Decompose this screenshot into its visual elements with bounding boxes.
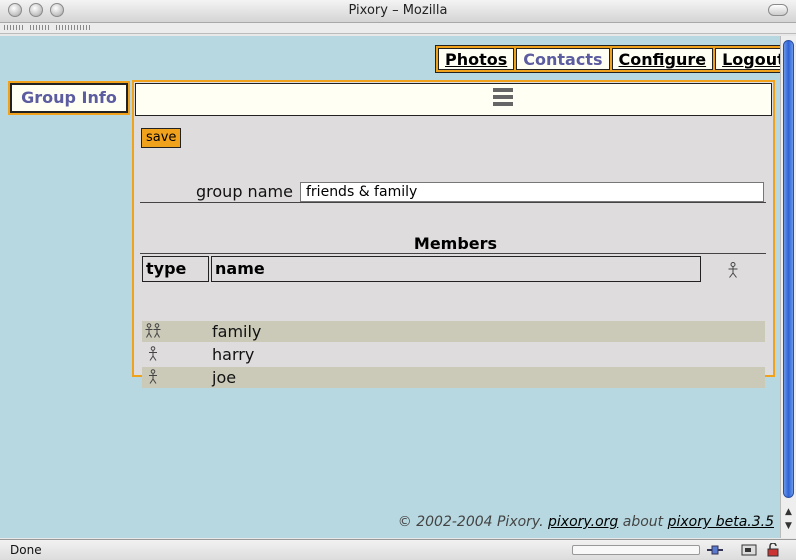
member-name[interactable]: family [212,321,261,342]
group-info-panel: save group name Members type name [132,80,775,388]
nav-configure[interactable]: Configure [611,48,714,70]
divider [140,253,766,254]
member-row[interactable]: family [142,321,765,342]
group-icon [145,323,161,338]
window-titlebar: Pixory – Mozilla [0,0,796,23]
panel-header [135,83,772,116]
main-nav: Photos Contacts Configure Logout [435,45,780,73]
add-member-icon[interactable] [727,262,739,278]
footer: © 2002-2004 Pixory. pixory.org about pix… [398,514,774,530]
component-icon[interactable] [740,543,758,557]
collapsed-toolbar [0,23,796,34]
nav-contacts[interactable]: Contacts [516,48,610,70]
status-text: Done [10,543,42,557]
progress-bar [572,545,700,555]
member-row[interactable]: harry [142,344,765,365]
toolbar-grip[interactable] [56,25,92,30]
group-name-label: group name [196,182,293,201]
scrollbar-thumb[interactable] [783,40,794,498]
save-button[interactable]: save [141,128,182,148]
version-link[interactable]: pixory beta.3.5 [668,514,774,530]
vertical-scrollbar[interactable]: ▲ ▼ [780,36,796,538]
nav-logout[interactable]: Logout [715,48,780,70]
toolbar-toggle-button[interactable] [768,4,788,16]
column-header-type[interactable]: type [142,256,209,282]
toolbar-grip[interactable] [4,25,24,30]
scroll-up-icon[interactable]: ▲ [783,506,794,518]
menu-icon[interactable] [493,88,513,110]
status-bar: Done [0,539,796,560]
member-name[interactable]: joe [212,367,236,388]
member-row[interactable]: joe [142,367,765,388]
page-viewport: Photos Contacts Configure Logout Group I… [0,36,780,538]
window-title: Pixory – Mozilla [348,3,448,18]
copyright-text: © 2002-2004 Pixory. [397,514,544,530]
nav-photos[interactable]: Photos [438,48,515,70]
scroll-down-icon[interactable]: ▼ [783,520,794,532]
members-title: Members [413,234,498,253]
member-name[interactable]: harry [212,344,254,365]
group-info-label: Group Info [8,81,130,115]
toolbar-grip[interactable] [30,25,50,30]
person-icon [149,346,157,361]
divider [140,202,766,203]
network-icon[interactable] [706,543,724,557]
lock-icon[interactable] [764,543,782,557]
group-name-input[interactable] [300,182,764,202]
about-text: about [622,514,664,530]
pixory-site-link[interactable]: pixory.org [548,514,618,530]
person-icon [149,369,157,384]
column-header-name[interactable]: name [211,256,701,282]
